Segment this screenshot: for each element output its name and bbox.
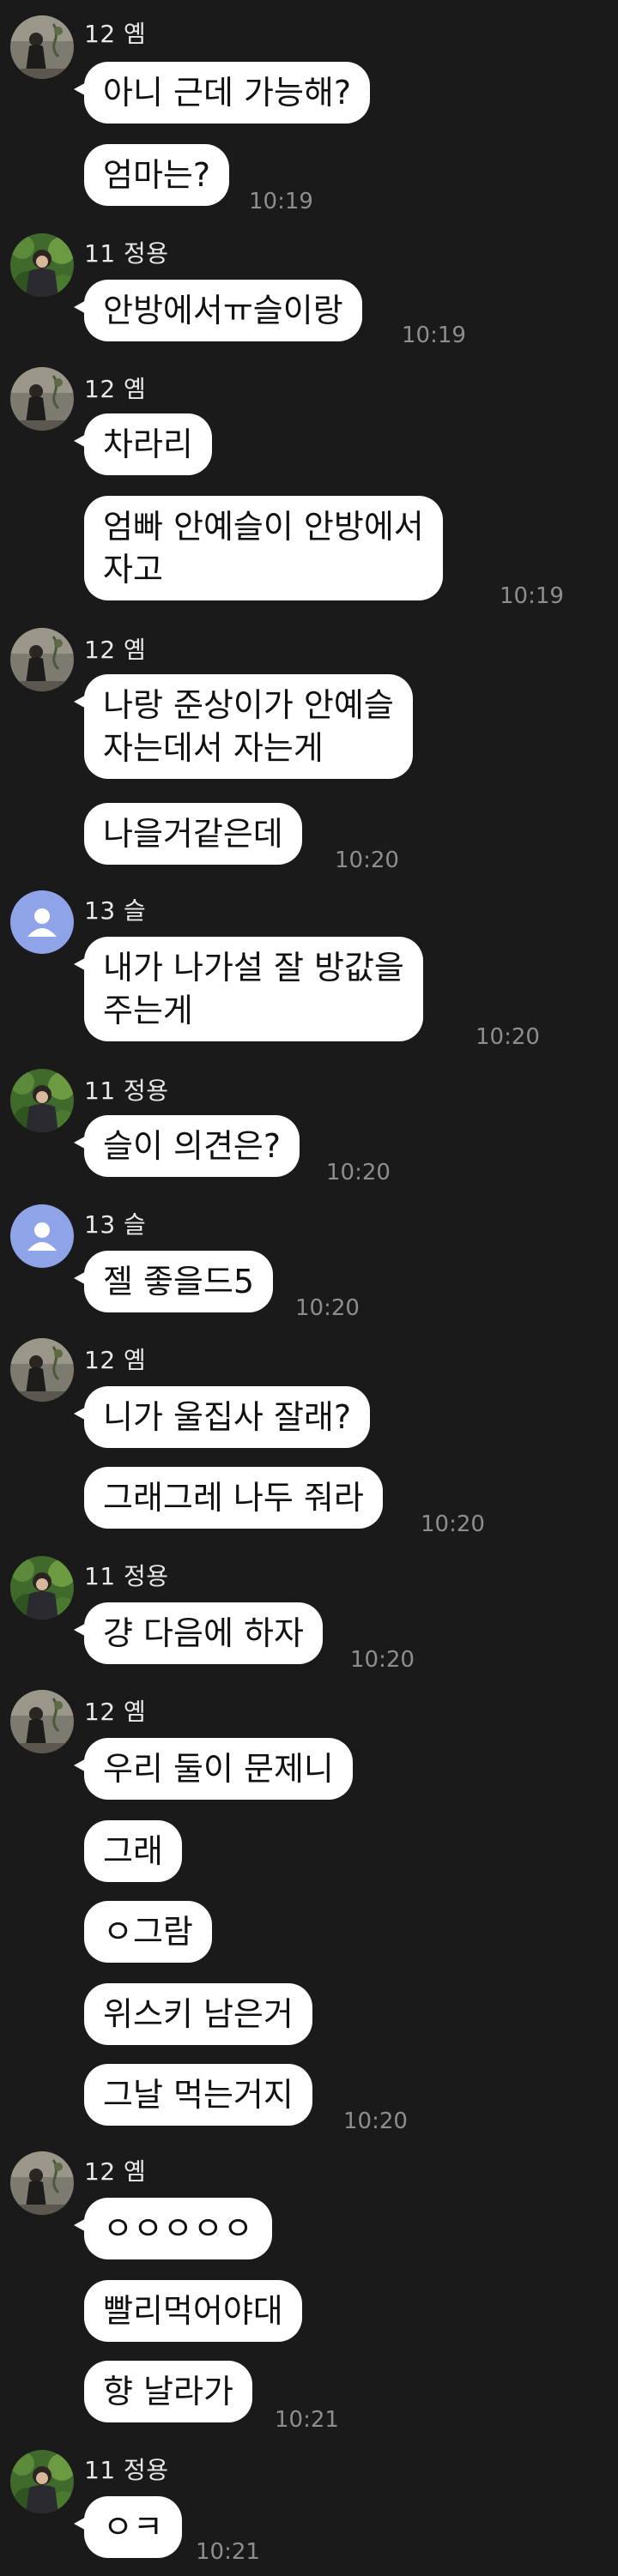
avatar[interactable] xyxy=(10,2450,74,2513)
message-bubble[interactable]: 걍 다음에 하자 xyxy=(74,1602,323,1664)
message-time: 10:19 xyxy=(500,583,564,609)
profile-photo-icon xyxy=(10,1556,74,1620)
message-bubble[interactable]: 젤 좋을드5 xyxy=(73,1251,274,1312)
profile-photo-icon xyxy=(10,2151,74,2215)
avatar[interactable] xyxy=(10,1338,74,1402)
avatar[interactable] xyxy=(10,890,74,954)
message-bubble[interactable]: 나랑 준상이가 안예슬 자는데서 자는게 xyxy=(74,674,413,779)
profile-photo-icon xyxy=(10,628,74,691)
message-time: 10:21 xyxy=(196,2539,260,2565)
sender-name: 12 옘 xyxy=(84,20,147,48)
message-time: 10:19 xyxy=(249,189,313,214)
message-time: 10:21 xyxy=(275,2407,339,2433)
message-bubble[interactable]: 아니 근데 가능해? xyxy=(73,62,371,124)
sender-name: 12 옘 xyxy=(84,375,147,403)
profile-photo-icon xyxy=(10,1690,74,1753)
message-time: 10:20 xyxy=(295,1295,360,1321)
message-bubble[interactable]: ㅇ그람 xyxy=(84,1901,212,1963)
avatar[interactable] xyxy=(10,1556,74,1620)
message-bubble[interactable]: 엄마는? xyxy=(84,144,230,206)
message-bubble[interactable]: 차라리 xyxy=(74,413,212,475)
sender-name: 11 정용 xyxy=(84,1077,169,1105)
message-time: 10:20 xyxy=(326,1160,391,1185)
message-bubble[interactable]: 우리 둘이 문제니 xyxy=(74,1738,353,1800)
profile-photo-icon xyxy=(10,2450,74,2513)
sender-name: 12 옘 xyxy=(84,636,147,664)
message-bubble[interactable]: 그날 먹는거지 xyxy=(84,2064,312,2126)
message-bubble[interactable]: 그래그레 나두 줘라 xyxy=(84,1467,383,1529)
sender-name: 13 슬 xyxy=(84,896,147,925)
chat-window: 12 옘 아니 근데 가능해? 엄마는? 10:19 11 정용 안방에서ㅠ슬이… xyxy=(0,0,618,2576)
avatar[interactable] xyxy=(10,367,74,431)
sender-name: 13 슬 xyxy=(84,1210,147,1239)
message-bubble[interactable]: 엄빠 안예슬이 안방에서 자고 xyxy=(84,496,443,600)
message-bubble[interactable]: 향 날라가 xyxy=(84,2361,252,2422)
message-time: 10:20 xyxy=(476,1024,540,1050)
avatar[interactable] xyxy=(10,628,74,691)
avatar[interactable] xyxy=(10,1690,74,1753)
message-bubble[interactable]: 내가 나가설 잘 방값을 주는게 xyxy=(74,937,423,1041)
message-bubble[interactable]: ㅇㅋ xyxy=(74,2496,182,2558)
message-bubble[interactable]: ㅇㅇㅇㅇㅇ xyxy=(74,2198,272,2259)
profile-photo-icon xyxy=(10,15,74,79)
message-bubble[interactable]: 나을거같은데 xyxy=(84,803,302,865)
sender-name: 12 옘 xyxy=(84,2157,147,2186)
message-bubble[interactable]: 슬이 의견은? xyxy=(73,1115,300,1177)
profile-photo-icon xyxy=(10,1338,74,1402)
avatar[interactable] xyxy=(10,1204,74,1268)
message-bubble[interactable]: 니가 울집사 잘래? xyxy=(73,1386,371,1448)
avatar[interactable] xyxy=(10,2151,74,2215)
message-bubble[interactable]: 빨리먹어야대 xyxy=(84,2280,302,2342)
message-bubble[interactable]: 그래 xyxy=(84,1820,182,1882)
sender-name: 11 정용 xyxy=(84,1562,169,1590)
default-profile-icon xyxy=(10,1204,74,1268)
profile-photo-icon xyxy=(10,233,74,297)
message-time: 10:20 xyxy=(421,1511,485,1537)
avatar[interactable] xyxy=(10,1069,74,1132)
message-time: 10:20 xyxy=(343,2108,408,2134)
default-profile-icon xyxy=(10,890,74,954)
message-time: 10:19 xyxy=(402,323,466,348)
avatar[interactable] xyxy=(10,233,74,297)
profile-photo-icon xyxy=(10,1069,74,1132)
sender-name: 11 정용 xyxy=(84,239,169,268)
sender-name: 11 정용 xyxy=(84,2456,169,2484)
sender-name: 12 옘 xyxy=(84,1698,147,1726)
profile-photo-icon xyxy=(10,367,74,431)
message-bubble[interactable]: 안방에서ㅠ슬이랑 xyxy=(74,280,362,341)
message-time: 10:20 xyxy=(350,1647,415,1673)
sender-name: 12 옘 xyxy=(84,1346,147,1374)
avatar[interactable] xyxy=(10,15,74,79)
message-bubble[interactable]: 위스키 남은거 xyxy=(84,1983,312,2045)
message-time: 10:20 xyxy=(335,848,399,873)
